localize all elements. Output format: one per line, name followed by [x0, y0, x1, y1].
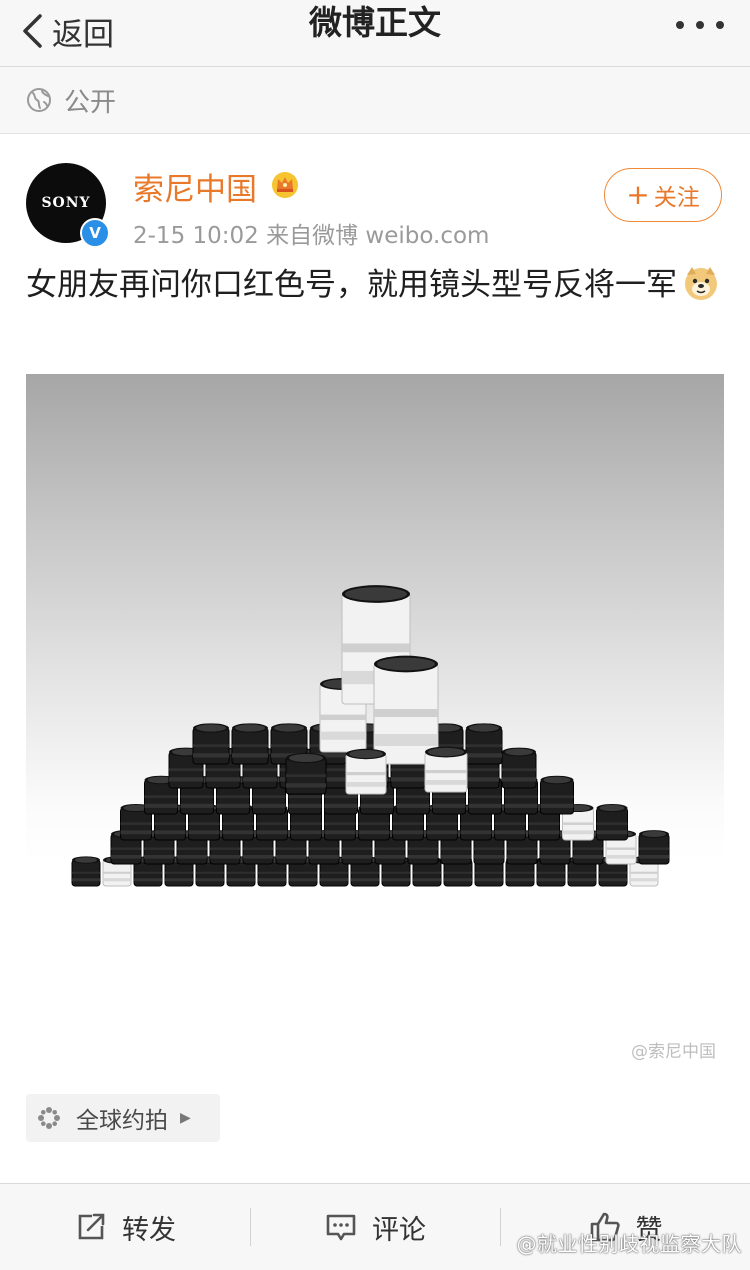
verified-badge: V: [80, 218, 110, 248]
follow-button[interactable]: + 关注: [604, 168, 722, 222]
image-watermark: @索尼中国: [631, 1042, 716, 1062]
comment-icon: [326, 1214, 356, 1241]
lens-collection-photo[interactable]: @索尼中国: [26, 374, 724, 1072]
post-meta: 2-15 10:02 来自微博 weibo.com: [133, 223, 490, 249]
screenshot-watermark: @就业性别歧视监察大队: [516, 1232, 742, 1256]
location-tag[interactable]: 全球约拍 ▶: [26, 1094, 220, 1142]
repost-button[interactable]: 转发: [0, 1184, 250, 1270]
location-pin-icon: [38, 1107, 60, 1129]
share-icon: [78, 1213, 105, 1240]
location-label: 全球约拍: [76, 1108, 168, 1134]
page-title: 微博正文: [309, 3, 441, 42]
avatar-logo-text: SONY: [41, 195, 91, 211]
lens-pyramid-graphic: [71, 585, 670, 887]
top-nav-bar: 返回 微博正文: [0, 0, 750, 67]
like-button[interactable]: 赞: [500, 1184, 750, 1270]
plus-icon: +: [626, 178, 650, 211]
crown-icon: [272, 172, 298, 198]
ellipsis-icon[interactable]: [676, 18, 724, 32]
follow-label: 关注: [653, 185, 700, 211]
post-text-content: 女朋友再问你口红色号，就用镜头型号反将一军: [26, 267, 677, 303]
repost-label: 转发: [122, 1214, 176, 1246]
user-name[interactable]: 索尼中国: [133, 164, 257, 209]
post-text: 女朋友再问你口红色号，就用镜头型号反将一军: [26, 262, 726, 308]
visibility-bar: 公开: [0, 67, 750, 134]
comment-label: 评论: [372, 1214, 426, 1246]
globe-icon: [27, 88, 51, 112]
visibility-label: 公开: [64, 87, 117, 118]
doge-emoji-icon: [685, 267, 717, 300]
chevron-right-icon: ▶: [180, 1110, 191, 1126]
comment-button[interactable]: 评论: [250, 1184, 500, 1270]
